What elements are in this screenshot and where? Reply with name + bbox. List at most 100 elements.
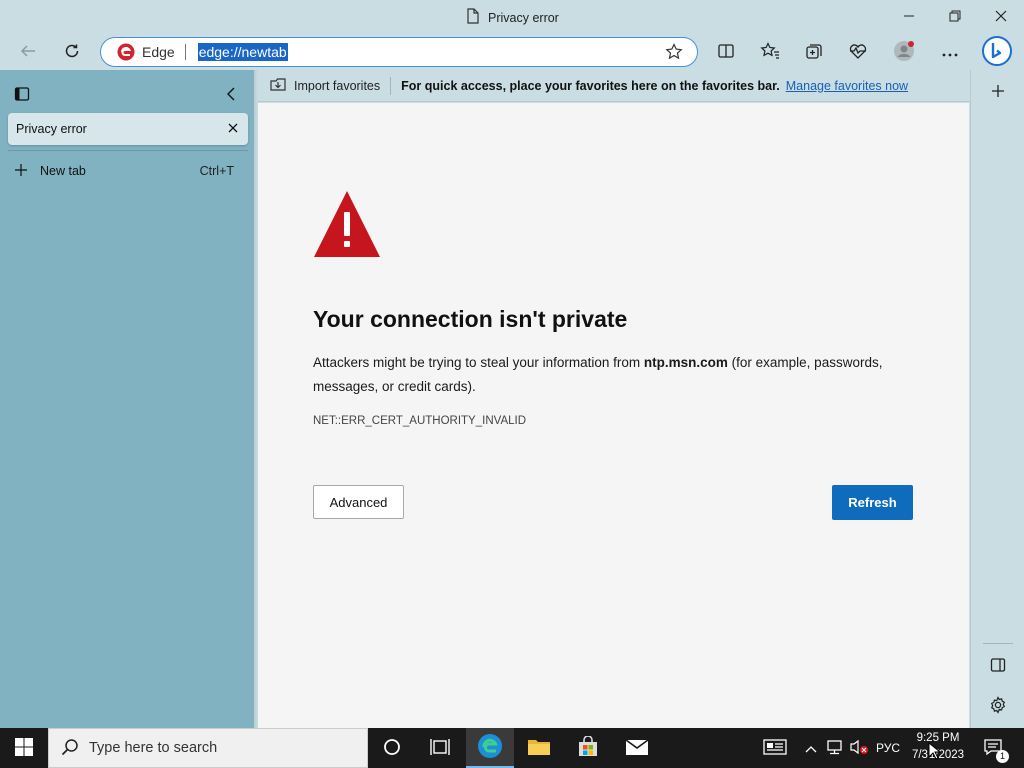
minimize-icon — [903, 10, 915, 25]
import-favorites-label: Import favorites — [294, 78, 381, 93]
favorites-star-list-icon — [760, 41, 780, 63]
collections-icon — [805, 42, 823, 63]
customize-sidebar-button[interactable] — [985, 693, 1011, 719]
restore-icon — [949, 10, 961, 25]
bing-chat-button[interactable] — [980, 35, 1014, 69]
minimize-button[interactable] — [886, 4, 932, 30]
taskbar-edge-app[interactable] — [466, 728, 514, 768]
task-view-button[interactable] — [416, 728, 464, 768]
tab-actions-icon[interactable] — [14, 86, 30, 105]
browser-essentials-button[interactable] — [842, 36, 874, 68]
new-tab-label: New tab — [40, 164, 86, 178]
sidebar-panel-icon — [990, 657, 1006, 676]
url-text[interactable]: edge://newtab — [197, 43, 288, 61]
notification-icon: 1 — [983, 738, 1009, 763]
advanced-button[interactable]: Advanced — [313, 485, 404, 519]
chevron-left-icon[interactable] — [224, 86, 238, 105]
profile-button[interactable] — [888, 36, 920, 68]
vertical-tabs-pane: Privacy error New tab Ctrl+T — [0, 70, 254, 728]
edge-logo-icon — [117, 43, 135, 61]
heart-pulse-icon — [848, 42, 868, 63]
taskbar-mail[interactable] — [613, 728, 661, 768]
tab-title: Privacy error — [16, 122, 87, 136]
browser-toolbar: Edge edge://newtab — [0, 34, 1024, 70]
split-screen-button[interactable] — [710, 36, 742, 68]
show-hidden-icons-button[interactable] — [801, 728, 821, 768]
news-widget-button[interactable] — [760, 728, 790, 768]
title-bar: Privacy error — [0, 0, 1024, 34]
new-tab-button[interactable]: New tab Ctrl+T — [14, 160, 240, 182]
settings-more-button[interactable] — [934, 36, 966, 68]
search-icon — [61, 738, 79, 759]
gear-icon — [989, 695, 1007, 717]
cortana-button[interactable] — [368, 728, 416, 768]
close-tab-icon[interactable] — [226, 121, 240, 138]
network-status-button[interactable] — [824, 728, 846, 768]
plus-icon — [991, 84, 1005, 101]
address-separator — [184, 44, 186, 60]
window-title: Privacy error — [488, 10, 559, 25]
windows-logo-icon — [15, 737, 33, 759]
favorite-star-icon[interactable] — [665, 43, 683, 64]
edge-app-icon — [477, 733, 503, 762]
store-bag-icon — [577, 734, 599, 761]
folder-icon — [527, 737, 551, 760]
error-code: NET::ERR_CERT_AUTHORITY_INVALID — [313, 415, 527, 427]
start-button[interactable] — [0, 728, 48, 768]
sidebar-separator — [983, 643, 1013, 644]
import-favorites-button[interactable]: Import favorites — [270, 77, 380, 94]
right-sidebar — [970, 70, 1024, 728]
new-tab-shortcut: Ctrl+T — [199, 164, 234, 178]
manage-favorites-link[interactable]: Manage favorites now — [786, 79, 908, 93]
favbar-separator — [390, 76, 392, 95]
avatar-icon — [893, 40, 915, 65]
error-heading: Your connection isn't private — [313, 306, 628, 332]
taskbar-search-box[interactable]: Type here to search — [48, 728, 368, 768]
taskbar-file-explorer[interactable] — [515, 728, 563, 768]
network-icon — [826, 739, 844, 758]
mail-envelope-icon — [625, 738, 649, 759]
input-language-indicator[interactable]: РУС — [872, 728, 904, 768]
split-screen-icon — [717, 42, 735, 63]
add-sidebar-app-button[interactable] — [985, 79, 1011, 105]
site-identity-label: Edge — [142, 44, 175, 60]
address-bar[interactable]: Edge edge://newtab — [100, 37, 698, 67]
taskbar-store[interactable] — [564, 728, 612, 768]
volume-button[interactable] — [848, 728, 870, 768]
cortana-circle-icon — [383, 738, 401, 759]
favorites-button[interactable] — [754, 36, 786, 68]
refresh-button[interactable] — [56, 36, 88, 68]
back-button[interactable] — [12, 36, 44, 68]
mouse-cursor-icon — [928, 741, 942, 763]
desc-prefix: Attackers might be trying to steal your … — [313, 355, 644, 370]
notification-count: 1 — [996, 749, 1009, 763]
task-view-icon — [430, 738, 450, 759]
speaker-muted-icon — [849, 739, 869, 758]
windows-taskbar: Type here to search РУС 9:25 PM 7/3 1/20… — [0, 728, 1024, 768]
favorites-bar-message: For quick access, place your favorites h… — [401, 78, 780, 93]
collections-button[interactable] — [798, 36, 830, 68]
close-icon — [995, 10, 1007, 25]
import-favorites-icon — [270, 77, 286, 94]
tab-privacy-error[interactable]: Privacy error — [8, 113, 248, 145]
search-placeholder: Type here to search — [89, 740, 218, 756]
plus-icon — [14, 163, 28, 180]
hide-sidebar-button[interactable] — [985, 653, 1011, 679]
page-content: Your connection isn't private Attackers … — [258, 103, 969, 728]
tabs-divider — [8, 150, 248, 151]
window-title-group: Privacy error — [466, 8, 559, 27]
refresh-icon — [63, 42, 81, 63]
back-arrow-icon — [19, 42, 37, 63]
close-window-button[interactable] — [978, 4, 1024, 30]
desc-host: ntp.msn.com — [643, 355, 728, 370]
warning-triangle-icon — [313, 190, 381, 261]
bing-copilot-icon — [982, 35, 1012, 69]
refresh-page-button[interactable]: Refresh — [832, 485, 913, 520]
restore-button[interactable] — [932, 4, 978, 30]
action-center-button[interactable]: 1 — [980, 728, 1009, 768]
error-description: Attackers might be trying to steal your … — [313, 351, 913, 399]
chevron-up-icon — [805, 741, 817, 756]
news-icon — [763, 738, 787, 759]
ellipsis-icon — [942, 45, 958, 60]
favorites-bar: Import favorites For quick access, place… — [258, 70, 970, 102]
